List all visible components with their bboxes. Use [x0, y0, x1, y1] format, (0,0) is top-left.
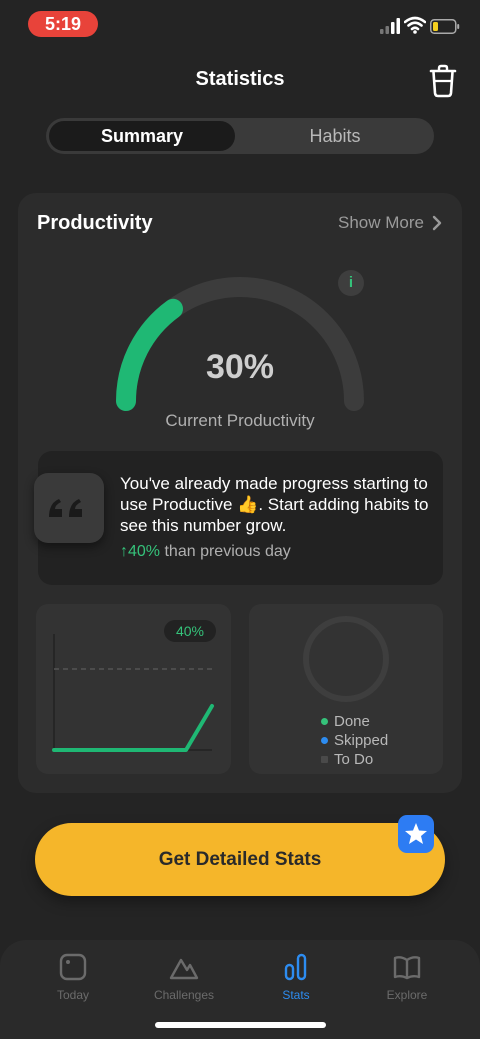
legend-todo-label: To Do	[334, 751, 374, 768]
productivity-value: 30%	[205, 348, 275, 386]
show-more-label: Show More	[338, 213, 424, 232]
trash-icon[interactable]	[428, 64, 458, 98]
legend-skipped-dot	[321, 737, 328, 744]
productivity-trend-chart: 40%	[36, 604, 231, 774]
tab-challenges-label: Challenges	[153, 988, 215, 1002]
progress-comparison: ↑40% than previous day	[120, 543, 291, 561]
legend-done-label: Done	[334, 713, 370, 730]
progress-message: You've already made progress starting to…	[34, 451, 443, 585]
get-detailed-stats-button[interactable]: Get Detailed Stats	[35, 823, 445, 896]
premium-star-icon	[398, 815, 434, 853]
home-indicator	[155, 1022, 326, 1028]
progress-message-text: You've already made progress starting to…	[120, 474, 429, 535]
tab-summary[interactable]: Summary	[49, 121, 235, 151]
tab-explore-label: Explore	[386, 988, 428, 1002]
explore-icon	[393, 956, 421, 980]
legend-done: Done	[321, 712, 388, 731]
legend-skipped-label: Skipped	[334, 732, 389, 749]
status-donut	[303, 616, 389, 702]
tab-explore[interactable]: Explore	[357, 952, 457, 1002]
tab-today[interactable]: Today	[23, 952, 123, 1002]
tab-today-label: Today	[56, 988, 90, 1002]
status-bar: 5:19	[0, 0, 480, 50]
show-more-button[interactable]: Show More	[338, 213, 442, 233]
challenges-icon	[169, 958, 199, 980]
status-legend: Done Skipped To Do	[321, 712, 388, 769]
trend-badge: 40%	[164, 620, 216, 642]
wifi-icon	[404, 16, 426, 34]
stats-icon	[284, 953, 307, 981]
quote-icon	[34, 473, 104, 543]
progress-change: ↑40%	[120, 543, 161, 560]
chevron-right-icon	[432, 215, 442, 231]
legend-todo: To Do	[321, 750, 388, 769]
tab-stats[interactable]: Stats	[246, 952, 346, 1002]
cellular-signal-icon	[380, 18, 400, 34]
trend-line	[52, 704, 214, 752]
productivity-card: Productivity Show More i 30% Current Pro…	[18, 193, 462, 793]
tab-stats-label: Stats	[282, 988, 310, 1002]
tab-challenges[interactable]: Challenges	[134, 952, 234, 1002]
productivity-label: Current Productivity	[165, 411, 315, 430]
today-icon	[59, 953, 87, 981]
productivity-title: Productivity	[37, 212, 153, 234]
legend-done-dot	[321, 718, 328, 725]
summary-habits-toggle: Summary Habits	[46, 118, 434, 154]
info-icon[interactable]: i	[338, 270, 364, 296]
progress-change-suffix: than previous day	[160, 543, 291, 560]
status-time: 5:19	[28, 11, 98, 37]
battery-icon	[430, 19, 460, 34]
page-title: Statistics	[195, 68, 285, 90]
legend-todo-dot	[321, 756, 328, 763]
legend-skipped: Skipped	[321, 731, 388, 750]
tab-habits[interactable]: Habits	[240, 121, 430, 151]
productivity-gauge	[116, 277, 364, 411]
habit-status-chart: Done Skipped To Do	[249, 604, 443, 774]
